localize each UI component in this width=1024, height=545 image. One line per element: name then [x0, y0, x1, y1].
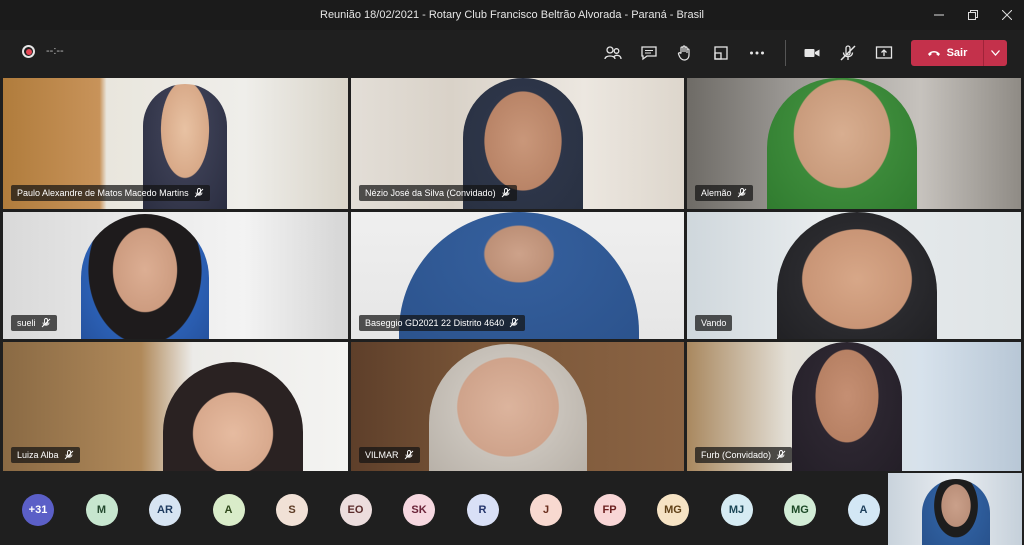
participant-video [163, 362, 303, 471]
participant-name-tag: Furb (Convidado) [695, 447, 793, 463]
video-grid: Paulo Alexandre de Matos Macedo Martins … [3, 78, 1021, 471]
participant-name: Alemão [701, 188, 732, 198]
restore-icon [968, 10, 978, 20]
phone-hangup-icon [927, 51, 940, 56]
leave-main-button[interactable]: Sair [911, 47, 983, 59]
video-tile[interactable]: Baseggio GD2021 22 Distrito 4640 [351, 212, 684, 339]
participant-name-tag: Paulo Alexandre de Matos Macedo Martins [11, 185, 210, 201]
participant-video [81, 214, 209, 339]
breakout-rooms-button[interactable] [710, 42, 732, 64]
participant-avatar[interactable]: SK [403, 494, 435, 526]
participant-avatar[interactable]: A [847, 494, 880, 526]
participant-name: Nézio José da Silva (Convidado) [365, 188, 496, 198]
participant-name-tag: sueli [11, 315, 57, 331]
participant-name-tag: Luiza Alba [11, 447, 80, 463]
video-tile[interactable]: Alemão [687, 78, 1021, 209]
participant-avatar[interactable]: R [466, 494, 499, 526]
video-tile[interactable]: Luiza Alba [3, 342, 348, 471]
chevron-down-icon [991, 50, 1000, 56]
window-title: Reunião 18/02/2021 - Rotary Club Francis… [320, 9, 704, 21]
self-view-video[interactable] [888, 473, 1022, 545]
participant-avatar[interactable]: MG [657, 494, 689, 526]
participant-video [777, 212, 937, 339]
participant-avatar[interactable]: AR [149, 494, 181, 526]
participant-name: Furb (Convidado) [701, 450, 772, 460]
participant-name: Paulo Alexandre de Matos Macedo Martins [17, 188, 189, 198]
participant-avatar[interactable]: S [276, 494, 308, 526]
chat-button[interactable] [638, 42, 660, 64]
microphone-muted-icon [404, 450, 413, 460]
participant-video [792, 342, 902, 471]
participant-name-tag: Vando [695, 315, 733, 331]
meeting-toolbar: --:-- Sair [0, 30, 1024, 76]
microphone-button[interactable] [837, 42, 859, 64]
minimize-icon [934, 14, 944, 16]
raise-hand-button[interactable] [674, 42, 696, 64]
share-screen-button[interactable] [873, 42, 895, 64]
self-video [922, 479, 990, 545]
participant-avatar[interactable]: A [212, 494, 245, 526]
video-tile[interactable]: VILMAR [351, 342, 684, 471]
meeting-timer: --:-- [46, 45, 64, 57]
more-participants-avatar[interactable]: +31 [22, 494, 54, 526]
participant-name-tag: Alemão [695, 185, 753, 201]
participant-name: VILMAR [365, 450, 399, 460]
microphone-muted-icon [501, 188, 510, 198]
microphone-muted-icon [737, 188, 746, 198]
participant-name: sueli [17, 318, 36, 328]
rooms-icon [714, 46, 728, 60]
microphone-muted-icon [509, 318, 519, 328]
participant-roster-bar: +31 M AR A S EO SK R J FP MG MJ MG A [0, 473, 1024, 545]
video-tile[interactable]: Nézio José da Silva (Convidado) [351, 78, 684, 209]
participant-name: Luiza Alba [17, 450, 59, 460]
participant-avatar[interactable]: FP [593, 494, 626, 526]
restore-button[interactable] [956, 0, 990, 30]
more-icon [750, 51, 764, 55]
video-tile[interactable]: Paulo Alexandre de Matos Macedo Martins [3, 78, 348, 209]
toolbar-divider [785, 40, 786, 66]
participant-avatar[interactable]: M [85, 494, 118, 526]
participant-name: Vando [701, 318, 727, 328]
camera-icon [804, 49, 820, 57]
microphone-muted-icon [41, 318, 50, 328]
participant-name-tag: VILMAR [359, 447, 420, 463]
close-icon [1002, 10, 1012, 20]
video-tile[interactable]: Vando [687, 212, 1021, 339]
close-window-button[interactable] [990, 0, 1024, 30]
video-tile[interactable]: Furb (Convidado) [687, 342, 1021, 471]
participant-avatar[interactable]: EO [339, 494, 372, 526]
microphone-muted-icon [840, 45, 856, 61]
participant-avatar[interactable]: MG [784, 494, 816, 526]
microphone-muted-icon [64, 450, 73, 460]
microphone-muted-icon [776, 450, 786, 460]
participant-name: Baseggio GD2021 22 Distrito 4640 [365, 318, 505, 328]
title-bar: Reunião 18/02/2021 - Rotary Club Francis… [0, 0, 1024, 30]
leave-options-dropdown[interactable] [983, 40, 1007, 66]
participant-avatar[interactable]: J [530, 494, 562, 526]
leave-button[interactable]: Sair [911, 40, 1007, 66]
leave-label: Sair [946, 47, 968, 59]
more-actions-button[interactable] [746, 42, 768, 64]
recording-indicator-icon [22, 45, 35, 58]
participants-button[interactable] [602, 42, 624, 64]
camera-button[interactable] [801, 42, 823, 64]
hand-icon [677, 45, 690, 61]
participant-video [767, 78, 917, 209]
microphone-muted-icon [194, 188, 203, 198]
chat-icon [641, 46, 657, 61]
window-controls [922, 0, 1024, 30]
participant-avatar[interactable]: MJ [720, 494, 753, 526]
minimize-button[interactable] [922, 0, 956, 30]
participant-video [429, 344, 587, 471]
participant-name-tag: Baseggio GD2021 22 Distrito 4640 [359, 315, 526, 331]
participant-name-tag: Nézio José da Silva (Convidado) [359, 185, 517, 201]
share-icon [875, 46, 893, 59]
video-tile[interactable]: sueli [3, 212, 348, 339]
people-icon [604, 46, 622, 60]
